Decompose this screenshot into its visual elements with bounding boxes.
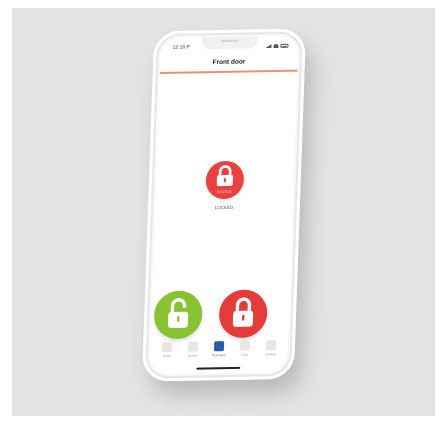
lock-icon (213, 341, 225, 352)
tab-settings[interactable]: Settings (260, 340, 283, 356)
unlocked-padlock-icon (167, 298, 189, 329)
tab-label: Keys (241, 352, 249, 357)
lock-button[interactable] (218, 289, 269, 339)
locked-padlock-icon (232, 297, 254, 327)
tab-home[interactable]: Home (156, 341, 179, 359)
page-title: Front door (212, 58, 246, 67)
settings-icon (265, 340, 277, 351)
phone-screen: 12:18 P Front door STATUS LOCKED Home Ev… (149, 35, 299, 375)
lock-status-indicator: STATUS (205, 160, 245, 200)
speaker-grille (220, 39, 239, 42)
title-divider (159, 69, 298, 74)
tab-events[interactable]: Events (182, 341, 205, 358)
status-time: 12:18 P (172, 44, 190, 51)
status-icons (265, 43, 289, 49)
tab-label: Events (188, 353, 198, 358)
home-icon (161, 341, 173, 353)
tab-label: Settings (265, 352, 277, 357)
tab-label: Home (162, 354, 171, 359)
battery-icon (280, 43, 289, 48)
phone-device: 12:18 P Front door STATUS LOCKED Home Ev… (141, 28, 307, 382)
unlock-button[interactable] (153, 290, 204, 340)
signal-icon (265, 44, 271, 48)
lock-state-text: LOCKED (214, 204, 234, 211)
keys-icon (239, 340, 251, 351)
status-bar: 12:18 P (172, 42, 289, 52)
locked-padlock-icon (216, 165, 233, 187)
tab-front-door[interactable]: Front door (208, 341, 231, 357)
tab-keys[interactable]: Keys (234, 340, 257, 357)
events-icon (187, 341, 199, 352)
tab-label: Front door (211, 353, 226, 358)
wifi-icon (273, 43, 279, 49)
status-label: STATUS (217, 189, 232, 195)
